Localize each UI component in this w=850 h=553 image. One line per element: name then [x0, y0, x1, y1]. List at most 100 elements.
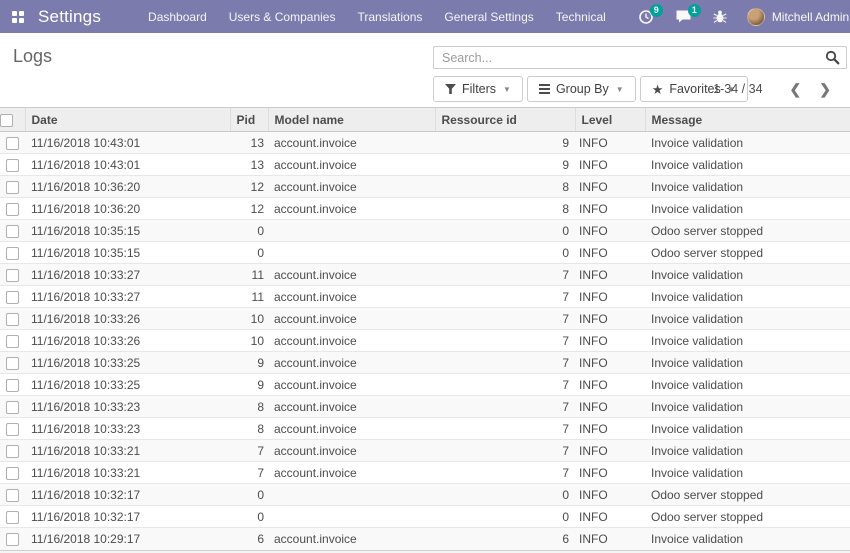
resource-id-cell: 0	[435, 220, 575, 242]
model-name-cell: account.invoice	[268, 440, 435, 462]
row-checkbox[interactable]	[6, 247, 19, 260]
table-row[interactable]: 11/16/2018 10:33:2711account.invoice7INF…	[0, 264, 850, 286]
activity-count-badge: 9	[650, 4, 663, 17]
select-all-checkbox[interactable]	[0, 114, 13, 127]
pid-cell: 9	[230, 374, 268, 396]
date-cell: 11/16/2018 10:33:26	[25, 308, 230, 330]
log-table-body: 11/16/2018 10:43:0113account.invoice9INF…	[0, 132, 850, 550]
filter-funnel-icon	[445, 84, 456, 94]
activities-button[interactable]: 9	[638, 9, 654, 25]
user-menu-button[interactable]: Mitchell Admin (Odoo_12) ▼	[747, 8, 850, 26]
row-checkbox[interactable]	[6, 159, 19, 172]
level-cell: INFO	[575, 484, 645, 506]
message-cell: Odoo server stopped	[645, 484, 850, 506]
table-row[interactable]: 11/16/2018 10:33:217account.invoice7INFO…	[0, 440, 850, 462]
row-checkbox[interactable]	[6, 291, 19, 304]
table-row[interactable]: 11/16/2018 10:36:2012account.invoice8INF…	[0, 176, 850, 198]
menu-item-translations[interactable]: Translations	[346, 0, 433, 33]
level-cell: INFO	[575, 352, 645, 374]
resource-id-cell: 7	[435, 440, 575, 462]
search-input[interactable]	[433, 46, 847, 69]
table-row[interactable]: 11/16/2018 10:33:2610account.invoice7INF…	[0, 330, 850, 352]
row-checkbox[interactable]	[6, 467, 19, 480]
column-header-model-name[interactable]: Model name	[268, 108, 435, 132]
date-cell: 11/16/2018 10:33:21	[25, 440, 230, 462]
row-checkbox[interactable]	[6, 357, 19, 370]
table-row[interactable]: 11/16/2018 10:35:1500INFOOdoo server sto…	[0, 242, 850, 264]
row-checkbox[interactable]	[6, 379, 19, 392]
chevron-down-icon: ▼	[503, 85, 511, 94]
apps-grid-icon	[12, 11, 24, 23]
menu-item-technical[interactable]: Technical	[545, 0, 617, 33]
table-row[interactable]: 11/16/2018 10:35:1500INFOOdoo server sto…	[0, 220, 850, 242]
message-cell: Invoice validation	[645, 132, 850, 154]
pid-cell: 8	[230, 396, 268, 418]
pid-cell: 13	[230, 154, 268, 176]
resource-id-cell: 7	[435, 374, 575, 396]
table-row[interactable]: 11/16/2018 10:33:217account.invoice7INFO…	[0, 462, 850, 484]
pid-cell: 0	[230, 506, 268, 528]
resource-id-cell: 7	[435, 286, 575, 308]
row-checkbox[interactable]	[6, 203, 19, 216]
message-cell: Invoice validation	[645, 286, 850, 308]
table-row[interactable]: 11/16/2018 10:43:0113account.invoice9INF…	[0, 154, 850, 176]
pager-next-button[interactable]: ❯	[810, 80, 840, 98]
model-name-cell: account.invoice	[268, 330, 435, 352]
menu-item-users-companies[interactable]: Users & Companies	[218, 0, 347, 33]
table-row[interactable]: 11/16/2018 10:33:2711account.invoice7INF…	[0, 286, 850, 308]
filters-button[interactable]: Filters ▼	[433, 76, 523, 102]
table-row[interactable]: 11/16/2018 10:33:238account.invoice7INFO…	[0, 418, 850, 440]
table-row[interactable]: 11/16/2018 10:32:1700INFOOdoo server sto…	[0, 506, 850, 528]
pager: 1-34 / 34 ❮ ❯	[713, 80, 840, 98]
search-box	[433, 46, 847, 69]
row-checkbox[interactable]	[6, 489, 19, 502]
row-checkbox[interactable]	[6, 335, 19, 348]
column-header-level[interactable]: Level	[575, 108, 645, 132]
model-name-cell: account.invoice	[268, 154, 435, 176]
level-cell: INFO	[575, 506, 645, 528]
row-checkbox[interactable]	[6, 533, 19, 546]
menu-item-general-settings[interactable]: General Settings	[433, 0, 544, 33]
pager-previous-button[interactable]: ❮	[781, 80, 811, 98]
table-row[interactable]: 11/16/2018 10:33:238account.invoice7INFO…	[0, 396, 850, 418]
avatar	[747, 8, 765, 26]
column-header-pid[interactable]: Pid	[230, 108, 268, 132]
table-row[interactable]: 11/16/2018 10:43:0113account.invoice9INF…	[0, 132, 850, 154]
model-name-cell: account.invoice	[268, 374, 435, 396]
table-row[interactable]: 11/16/2018 10:32:1700INFOOdoo server sto…	[0, 484, 850, 506]
message-cell: Invoice validation	[645, 374, 850, 396]
column-header-resource-id[interactable]: Ressource id	[435, 108, 575, 132]
pid-cell: 10	[230, 308, 268, 330]
table-row[interactable]: 11/16/2018 10:33:2610account.invoice7INF…	[0, 308, 850, 330]
row-checkbox[interactable]	[6, 313, 19, 326]
row-checkbox[interactable]	[6, 137, 19, 150]
row-checkbox[interactable]	[6, 225, 19, 238]
pager-range-label: 1-34 / 34	[713, 82, 762, 96]
menu-item-dashboard[interactable]: Dashboard	[137, 0, 218, 33]
row-checkbox[interactable]	[6, 445, 19, 458]
level-cell: INFO	[575, 176, 645, 198]
pid-cell: 0	[230, 220, 268, 242]
row-checkbox[interactable]	[6, 423, 19, 436]
message-cell: Invoice validation	[645, 154, 850, 176]
messages-button[interactable]: 1	[675, 9, 692, 24]
table-row[interactable]: 11/16/2018 10:33:259account.invoice7INFO…	[0, 374, 850, 396]
table-row[interactable]: 11/16/2018 10:33:259account.invoice7INFO…	[0, 352, 850, 374]
pid-cell: 11	[230, 286, 268, 308]
message-cell: Invoice validation	[645, 440, 850, 462]
column-header-date[interactable]: Date	[25, 108, 230, 132]
column-header-message[interactable]: Message	[645, 108, 850, 132]
table-row[interactable]: 11/16/2018 10:29:176account.invoice6INFO…	[0, 528, 850, 550]
row-checkbox[interactable]	[6, 401, 19, 414]
table-row[interactable]: 11/16/2018 10:36:2012account.invoice8INF…	[0, 198, 850, 220]
app-brand-title[interactable]: Settings	[38, 7, 101, 27]
apps-menu-button[interactable]	[12, 6, 24, 28]
level-cell: INFO	[575, 154, 645, 176]
search-icon[interactable]	[825, 50, 840, 65]
row-checkbox[interactable]	[6, 511, 19, 524]
row-checkbox[interactable]	[6, 269, 19, 282]
row-checkbox[interactable]	[6, 181, 19, 194]
group-by-button[interactable]: Group By ▼	[527, 76, 636, 102]
level-cell: INFO	[575, 440, 645, 462]
debug-button[interactable]	[713, 9, 727, 24]
